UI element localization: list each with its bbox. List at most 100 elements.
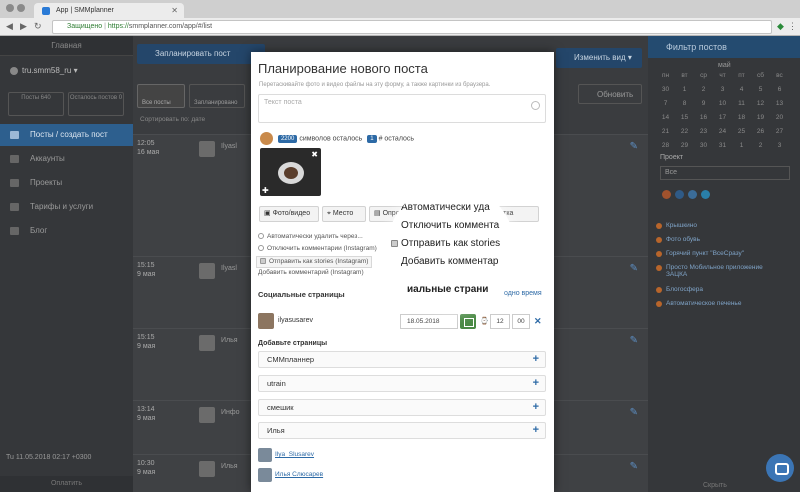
place-button[interactable]: ⌖ Место [322, 206, 366, 222]
post-text-input[interactable]: Текст поста [258, 94, 546, 123]
hide-filter-button[interactable]: Скрыть [703, 482, 727, 489]
remove-media-icon[interactable]: ✖ [311, 150, 318, 159]
project-item[interactable]: Крышкино [656, 222, 697, 229]
browser-tab[interactable]: App | SMMplanner ✕ [34, 3, 184, 18]
tab-all-posts[interactable]: Все посты [137, 84, 185, 108]
calendar-day[interactable]: 3 [713, 86, 732, 93]
calendar-day[interactable]: 29 [675, 142, 694, 149]
plus-icon[interactable]: + [533, 423, 539, 438]
calendar-day[interactable]: 18 [732, 114, 751, 121]
disable-comments-option[interactable]: Отключить комментарии (Instagram) [258, 244, 377, 254]
plus-icon[interactable]: + [533, 352, 539, 367]
hour-input[interactable]: 12 [490, 314, 510, 329]
calendar-day[interactable]: 31 [713, 142, 732, 149]
calendar-day[interactable]: 21 [656, 128, 675, 135]
calendar-day[interactable]: 2 [751, 142, 770, 149]
project-item[interactable]: Горячий пункт "ВсеСразу" [656, 250, 744, 257]
pay-button[interactable]: Оплатить [0, 476, 133, 492]
calendar-day[interactable]: 10 [713, 100, 732, 107]
forward-icon[interactable]: ▶ [20, 21, 27, 32]
emoji-icon[interactable] [531, 101, 540, 110]
calendar-day[interactable]: 26 [751, 128, 770, 135]
nav-tariffs[interactable]: Тарифы и услуги [0, 196, 133, 218]
chat-icon[interactable] [766, 454, 794, 482]
calendar-day[interactable]: 13 [770, 100, 789, 107]
auto-delete-option[interactable]: Автоматически удалить через... [258, 232, 363, 242]
nav-projects[interactable]: Проекты [0, 172, 133, 194]
user-link[interactable]: Илья Слюсарев [275, 471, 323, 478]
instagram-icon[interactable] [662, 190, 671, 199]
calendar-day[interactable]: 3 [770, 142, 789, 149]
tab-scheduled[interactable]: Запланировано [189, 84, 245, 108]
calendar-day[interactable]: 17 [713, 114, 732, 121]
project-item[interactable]: Блогосфера [656, 286, 703, 293]
calendar-day[interactable]: 14 [656, 114, 675, 121]
nav-posts[interactable]: Посты / создать пост [0, 124, 133, 146]
add-comment-option[interactable]: Добавить комментарий (Instagram) [258, 268, 364, 278]
calendar-day[interactable]: 6 [770, 86, 789, 93]
account-switcher[interactable]: tru.smm58_ru ▾ [10, 66, 78, 75]
calendar-day[interactable]: 2 [694, 86, 713, 93]
calendar-day[interactable]: 1 [732, 142, 751, 149]
calendar-day[interactable]: 15 [675, 114, 694, 121]
refresh-button[interactable]: Обновить [578, 84, 642, 104]
edit-icon[interactable]: ✎ [630, 141, 638, 152]
project-item[interactable]: Автоматическое печенье [656, 300, 741, 307]
stat-posts[interactable]: Посты 640 [8, 92, 64, 116]
stat-remaining[interactable]: Осталось постов 0 [68, 92, 124, 116]
plus-icon[interactable]: + [533, 376, 539, 391]
edit-icon[interactable]: ✎ [630, 407, 638, 418]
edit-media-icon[interactable]: ✚ [262, 186, 269, 195]
add-page-row[interactable]: смешик + [258, 399, 546, 416]
send-as-stories-option[interactable]: Отправить как stories (Instagram) [256, 256, 373, 268]
calendar-day[interactable]: 20 [770, 114, 789, 121]
calendar-day[interactable]: 27 [770, 128, 789, 135]
extension-icon[interactable]: ◆ [777, 21, 784, 32]
calendar-day[interactable]: 19 [751, 114, 770, 121]
photo-video-button[interactable]: ▣ Фото/видео [259, 206, 319, 222]
calendar-day[interactable]: 30 [694, 142, 713, 149]
reload-icon[interactable]: ↻ [34, 21, 42, 32]
calendar-day[interactable]: 28 [656, 142, 675, 149]
project-item[interactable]: Просто Мобильное приложение ЗАЦКА [656, 264, 784, 278]
calendar-day[interactable]: 24 [713, 128, 732, 135]
project-item[interactable]: Фото обувь [656, 236, 700, 243]
minute-input[interactable]: 00 [512, 314, 530, 329]
schedule-post-button[interactable]: Запланировать пост [137, 44, 265, 64]
change-view-button[interactable]: Изменить вид ▾ [556, 48, 642, 68]
back-icon[interactable]: ◀ [6, 21, 13, 32]
calendar-day[interactable]: 22 [675, 128, 694, 135]
user-link[interactable]: Ilya_Slusarev [275, 451, 314, 458]
nav-accounts[interactable]: Аккаунты [0, 148, 133, 170]
calendar-day[interactable]: 7 [656, 100, 675, 107]
close-tab-icon[interactable]: ✕ [171, 3, 178, 18]
facebook-icon[interactable] [675, 190, 684, 199]
calendar-day[interactable]: 1 [675, 86, 694, 93]
remove-account-icon[interactable]: ✕ [534, 316, 542, 327]
one-time-link[interactable]: одно время [504, 290, 542, 297]
url-field[interactable]: Защищено | https://smmplanner.com/app/#/… [52, 20, 772, 34]
sort-hint[interactable]: Сортировать по: дате [140, 116, 205, 123]
edit-icon[interactable]: ✎ [630, 263, 638, 274]
calendar-day[interactable]: 11 [732, 100, 751, 107]
project-select[interactable]: Все [660, 166, 790, 180]
calendar-icon[interactable] [460, 314, 476, 329]
calendar-day[interactable]: 4 [732, 86, 751, 93]
calendar-day[interactable]: 25 [732, 128, 751, 135]
add-page-row[interactable]: Илья + [258, 422, 546, 439]
nav-blog[interactable]: Блог [0, 220, 133, 242]
minimize-window-button[interactable] [17, 4, 25, 12]
date-input[interactable]: 18.05.2018 [400, 314, 458, 329]
calendar-day[interactable]: 9 [694, 100, 713, 107]
telegram-icon[interactable] [701, 190, 710, 199]
calendar-day[interactable]: 8 [675, 100, 694, 107]
calendar-day[interactable]: 5 [751, 86, 770, 93]
vk-icon[interactable] [688, 190, 697, 199]
calendar-day[interactable]: 23 [694, 128, 713, 135]
plus-icon[interactable]: + [533, 400, 539, 415]
add-page-row[interactable]: utrain + [258, 375, 546, 392]
close-window-button[interactable] [6, 4, 14, 12]
calendar-day[interactable]: 16 [694, 114, 713, 121]
media-thumbnail[interactable]: ✖ ✚ [260, 148, 321, 196]
edit-icon[interactable]: ✎ [630, 461, 638, 472]
